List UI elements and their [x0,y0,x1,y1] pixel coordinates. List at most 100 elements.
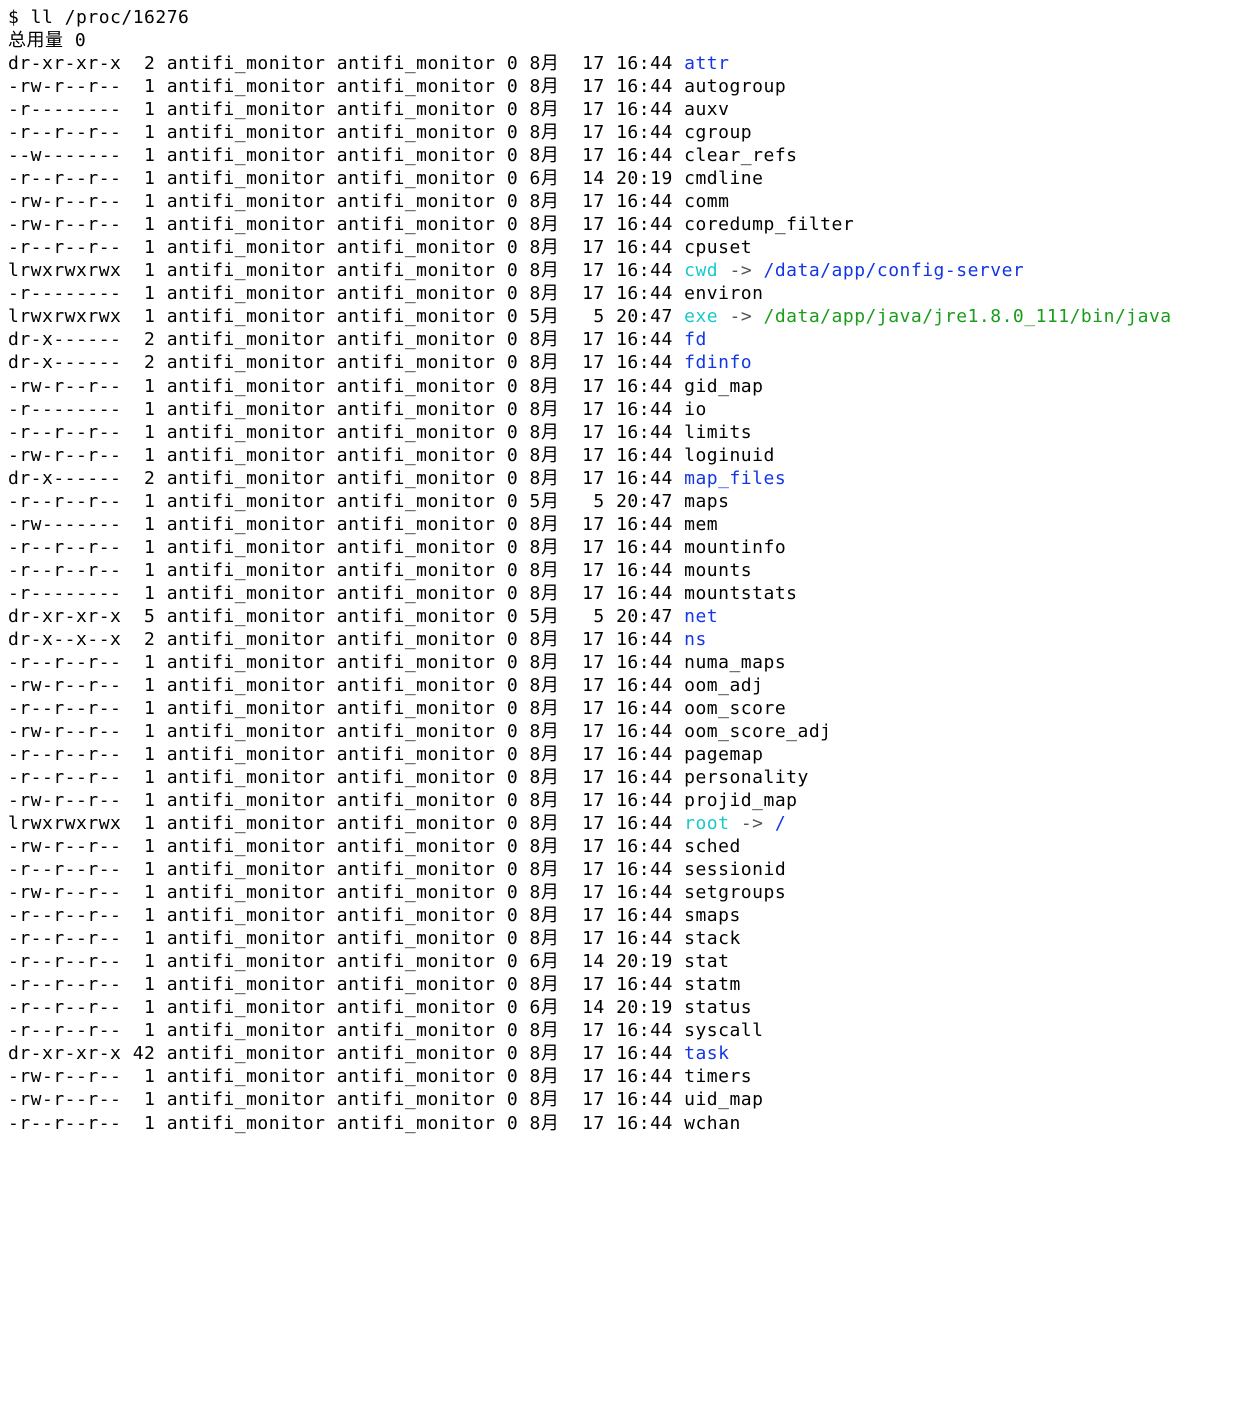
size: 0 [507,790,518,811]
perm: -r--r--r-- [8,1020,121,1041]
owner: antifi_monitor [167,698,326,719]
perm: dr-xr-xr-x [8,1043,121,1064]
file-name-mountstats: mountstats [684,583,797,604]
file-name-cpuset: cpuset [684,237,752,258]
file-name-exe: exe [684,306,718,327]
links: 1 [121,997,155,1018]
month: 6月 [530,168,571,189]
links: 1 [121,1113,155,1134]
owner: antifi_monitor [167,1066,326,1087]
size: 0 [507,1113,518,1134]
owner: antifi_monitor [167,260,326,281]
time: 16:44 [616,1043,673,1064]
owner: antifi_monitor [167,376,326,397]
size: 0 [507,859,518,880]
links: 1 [121,76,155,97]
links: 1 [121,1020,155,1041]
month: 8月 [530,1089,571,1110]
time: 16:44 [616,422,673,443]
links: 1 [121,951,155,972]
time: 20:47 [616,306,673,327]
group: antifi_monitor [337,813,496,834]
file-name-stat: stat [684,951,729,972]
day: 17 [571,260,605,281]
time: 16:44 [616,859,673,880]
time: 16:44 [616,260,673,281]
month: 8月 [530,214,571,235]
owner: antifi_monitor [167,491,326,512]
file-name-comm: comm [684,191,729,212]
perm: -r--r--r-- [8,422,121,443]
links: 1 [121,422,155,443]
owner: antifi_monitor [167,214,326,235]
month: 8月 [530,560,571,581]
group: antifi_monitor [337,122,496,143]
month: 5月 [530,606,571,627]
perm: -r-------- [8,399,121,420]
links: 2 [121,352,155,373]
links: 1 [121,974,155,995]
owner: antifi_monitor [167,1043,326,1064]
month: 8月 [530,744,571,765]
month: 8月 [530,813,571,834]
group: antifi_monitor [337,329,496,350]
owner: antifi_monitor [167,1089,326,1110]
day: 14 [571,168,605,189]
size: 0 [507,1089,518,1110]
size: 0 [507,583,518,604]
day: 17 [571,698,605,719]
size: 0 [507,168,518,189]
size: 0 [507,813,518,834]
month: 8月 [530,283,571,304]
size: 0 [507,214,518,235]
owner: antifi_monitor [167,399,326,420]
symlink-arrow-icon: -> [718,260,763,281]
perm: -rw-r--r-- [8,675,121,696]
month: 8月 [530,537,571,558]
month: 8月 [530,629,571,650]
size: 0 [507,675,518,696]
shell-prompt[interactable]: $ ll /proc/16276 [8,7,189,28]
perm: dr-x--x--x [8,629,121,650]
group: antifi_monitor [337,997,496,1018]
links: 1 [121,491,155,512]
size: 0 [507,422,518,443]
day: 17 [571,122,605,143]
file-name-projid_map: projid_map [684,790,797,811]
owner: antifi_monitor [167,813,326,834]
owner: antifi_monitor [167,352,326,373]
day: 17 [571,905,605,926]
perm: -r--r--r-- [8,491,121,512]
time: 20:47 [616,491,673,512]
month: 8月 [530,583,571,604]
month: 8月 [530,145,571,166]
perm: -r--r--r-- [8,905,121,926]
day: 17 [571,53,605,74]
file-name-sched: sched [684,836,741,857]
day: 17 [571,214,605,235]
month: 8月 [530,974,571,995]
group: antifi_monitor [337,352,496,373]
group: antifi_monitor [337,53,496,74]
owner: antifi_monitor [167,122,326,143]
day: 17 [571,974,605,995]
links: 2 [121,329,155,350]
size: 0 [507,629,518,650]
group: antifi_monitor [337,1113,496,1134]
day: 17 [571,1113,605,1134]
owner: antifi_monitor [167,145,326,166]
day: 14 [571,997,605,1018]
links: 1 [121,698,155,719]
links: 1 [121,99,155,120]
links: 1 [121,122,155,143]
file-name-timers: timers [684,1066,752,1087]
month: 8月 [530,445,571,466]
time: 20:19 [616,168,673,189]
perm: -rw-r--r-- [8,445,121,466]
file-name-setgroups: setgroups [684,882,786,903]
size: 0 [507,1066,518,1087]
time: 16:44 [616,122,673,143]
group: antifi_monitor [337,928,496,949]
group: antifi_monitor [337,698,496,719]
month: 8月 [530,652,571,673]
